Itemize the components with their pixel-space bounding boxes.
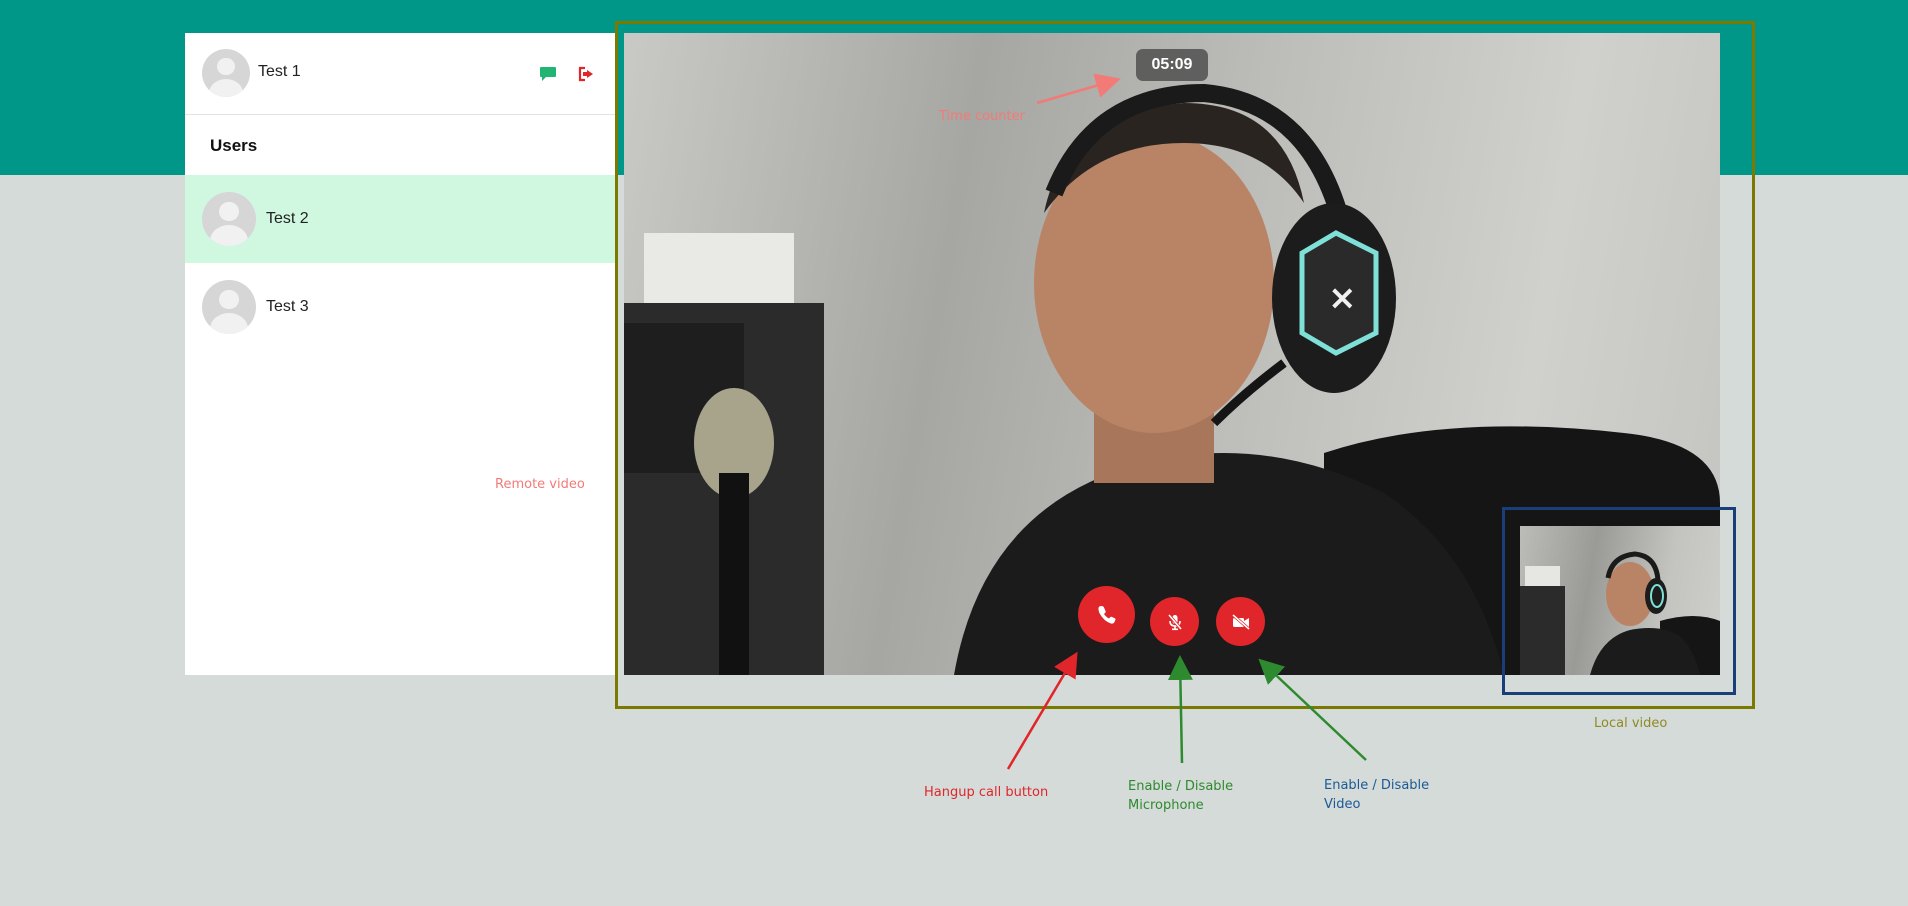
local-video-label: Local video — [1594, 716, 1668, 731]
current-user-name: Test 1 — [258, 63, 301, 80]
video-label-line1: Enable / Disable — [1324, 778, 1430, 793]
users-sidebar: Test 1 Users Test 2 Test 3 — [185, 33, 617, 675]
hangup-call-button[interactable] — [1078, 586, 1135, 643]
hangup-label: Hangup call button — [924, 785, 1049, 800]
toggle-microphone-button[interactable] — [1150, 597, 1199, 646]
video-label-line2: Video — [1324, 797, 1361, 812]
svg-text:×: × — [1328, 278, 1357, 318]
user-list-item[interactable]: Test 3 — [185, 263, 617, 351]
microphone-label: Enable / Disable Microphone — [1128, 777, 1233, 815]
users-heading: Users — [210, 136, 258, 155]
call-timer: 05:09 — [1136, 49, 1208, 81]
microphone-label-line1: Enable / Disable — [1128, 779, 1234, 794]
video-slash-icon — [1231, 613, 1250, 630]
microphone-arrow — [1167, 655, 1193, 764]
current-user-avatar — [202, 49, 250, 97]
microphone-label-line2: Microphone — [1128, 798, 1204, 813]
user-name: Test 3 — [266, 298, 309, 315]
time-counter-label: Time counter — [939, 109, 1025, 124]
user-avatar — [202, 192, 256, 246]
phone-icon — [1097, 605, 1116, 624]
microphone-slash-icon — [1167, 613, 1182, 630]
video-arrow — [1258, 658, 1367, 761]
user-list-item[interactable]: Test 2 — [185, 175, 617, 263]
toggle-video-button[interactable] — [1216, 597, 1265, 646]
local-video-scene — [1520, 551, 1720, 675]
chat-button[interactable] — [537, 63, 559, 85]
chat-bubble-icon — [540, 67, 556, 81]
current-user-header: Test 1 — [185, 33, 617, 115]
user-name: Test 2 — [266, 210, 309, 227]
user-avatar — [202, 280, 256, 334]
remote-video-label: Remote video — [495, 477, 585, 492]
sign-out-icon — [578, 66, 593, 82]
local-video — [1520, 526, 1720, 675]
video-label: Enable / Disable Video — [1324, 776, 1429, 814]
logout-button[interactable] — [576, 63, 598, 85]
